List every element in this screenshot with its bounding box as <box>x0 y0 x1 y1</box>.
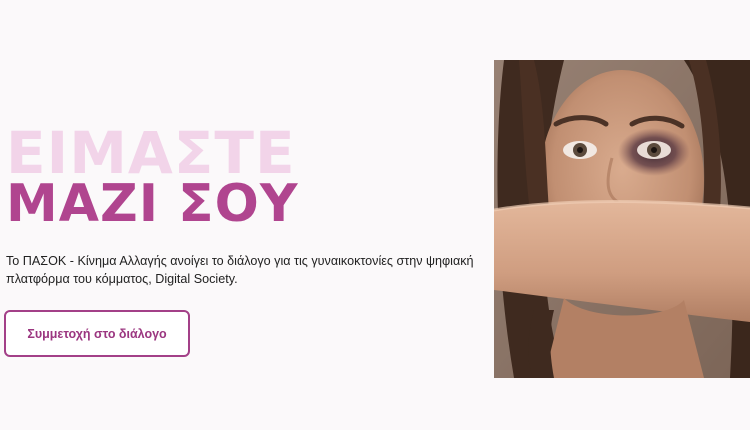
hero-heading-line2: ΜΑΖΙ ΣΟΥ <box>6 174 299 234</box>
join-dialogue-button[interactable]: Συμμετοχή στο διάλογο <box>4 310 190 357</box>
campaign-photo <box>494 60 750 378</box>
campaign-description: Το ΠΑΣΟΚ - Κίνημα Αλλαγής ανοίγει το διά… <box>6 254 474 286</box>
campaign-page: ΕΙΜΑΣΤΕ ΜΑΖΙ ΣΟΥ Το ΠΑΣΟΚ - Κίνημα Αλλαγ… <box>0 0 750 430</box>
